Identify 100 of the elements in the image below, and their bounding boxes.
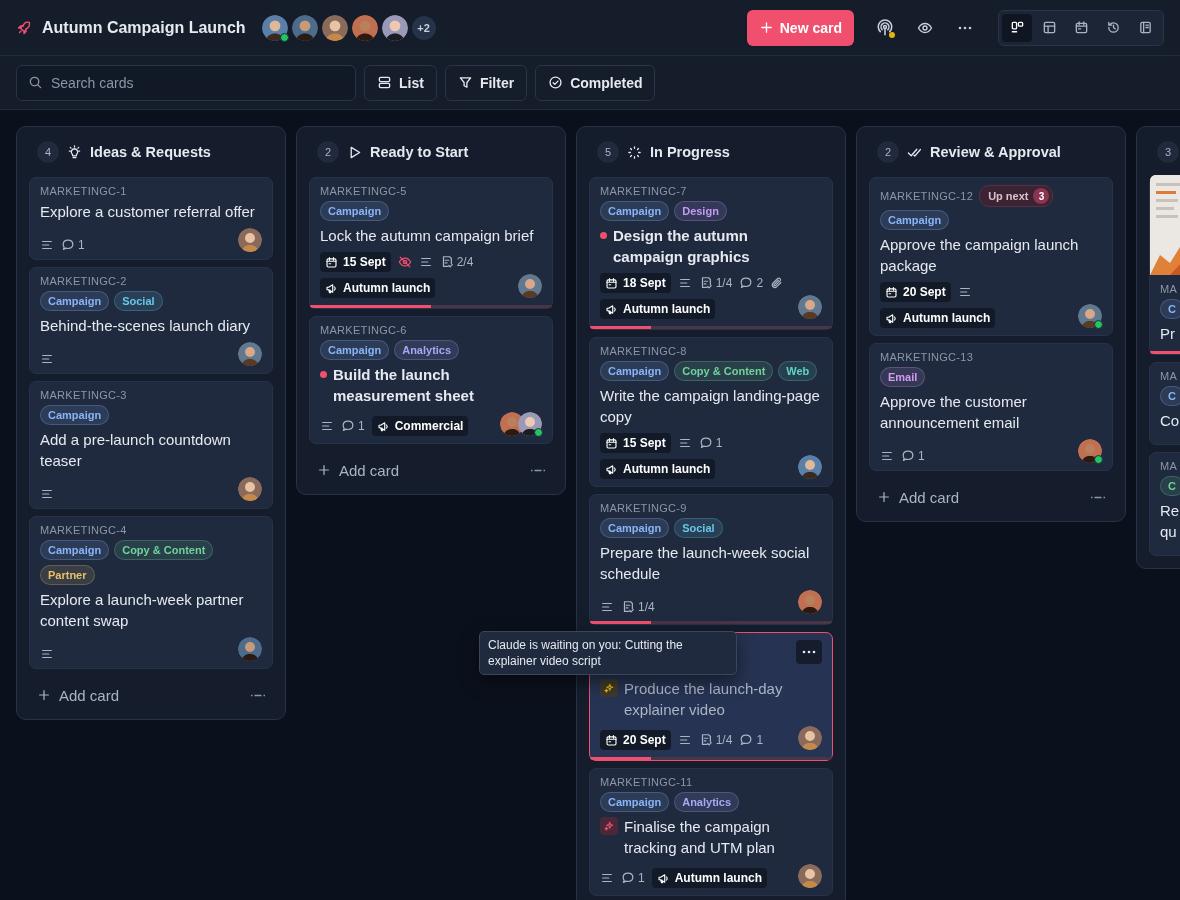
plus-icon: [877, 490, 891, 504]
card[interactable]: MA C Re qu: [1149, 452, 1180, 556]
card-id: MARKETINGC-12: [880, 189, 974, 203]
toolbar-button[interactable]: Filter: [444, 64, 528, 101]
tag: Social: [114, 291, 163, 311]
text-lines-icon: [677, 276, 692, 290]
column-title: Review & Approval: [930, 144, 1061, 160]
plus-icon: [317, 463, 331, 477]
tag: Web: [778, 361, 818, 381]
text-lines-icon: [957, 285, 972, 299]
tag: C: [1160, 476, 1180, 496]
card-id: MARKETINGC-1: [40, 185, 127, 198]
collapse-button[interactable]: [251, 693, 265, 697]
card[interactable]: MA C Pr: [1149, 177, 1180, 355]
column-title: Ideas & Requests: [90, 144, 211, 160]
add-card-button[interactable]: Add card: [37, 686, 120, 704]
card-id: MARKETINGC-5: [320, 185, 407, 198]
card-id: MARKETINGC-11: [600, 776, 693, 789]
column-title: In Progress: [650, 144, 730, 160]
checklist-count: 1/4: [715, 276, 733, 290]
filter-icon: [457, 75, 473, 90]
card[interactable]: MARKETINGC-6 Campaign Analytics Build the launch measurement sheet 1 Commercial: [309, 316, 553, 444]
tag: Social: [674, 518, 723, 538]
up-next-count: 3: [1033, 188, 1050, 204]
collapse-button[interactable]: [531, 468, 545, 472]
tag: C: [1160, 386, 1180, 406]
more-members-count[interactable]: +2: [411, 15, 436, 40]
broadcast-icon: [876, 18, 894, 37]
toolbar-button[interactable]: List: [364, 64, 437, 101]
card-title: Behind-the-scenes launch diary: [40, 316, 251, 336]
checklist-count: 2/4: [456, 255, 474, 269]
card-title: Re qu: [1160, 501, 1180, 542]
search-field[interactable]: Search cards: [16, 64, 356, 101]
comment-count: 1: [638, 871, 645, 885]
add-card-button[interactable]: Add card: [317, 461, 400, 479]
calendar-icon: [605, 276, 618, 290]
card-title: Add a pre-launch countdown teaser: [40, 430, 232, 471]
card[interactable]: MARKETINGC-3 Campaign Add a pre-launch countdown teaser: [29, 381, 273, 509]
text-lines-icon: [320, 419, 334, 433]
text-lines-icon: [677, 436, 692, 450]
tag: Analytics: [394, 340, 460, 360]
toolbar-button[interactable]: Completed: [535, 64, 656, 101]
card-id: MARKETINGC-4: [40, 524, 127, 537]
card[interactable]: MARKETINGC-11 Campaign Analytics Finalise the campaign tracking and UTM plan 1 Autumn launch: [589, 768, 833, 896]
comment-count: 1: [756, 733, 764, 747]
megaphone-icon: [325, 281, 338, 295]
eye-slash-icon: [397, 255, 412, 269]
card-id: MA: [1160, 283, 1178, 296]
card-title: Prepare the launch-week social schedule: [600, 543, 811, 584]
due-date: 20 Sept: [623, 733, 666, 747]
card[interactable]: MARKETINGC-12 Up next 3 Campaign Approve the campaign launch package 20 Sept Autumn launch: [869, 177, 1113, 336]
card[interactable]: MARKETINGC-4 Campaign Copy & Content Partner Explore a launch-week partner content swap: [29, 516, 273, 669]
check-circle-icon: [548, 75, 564, 90]
due-date: 20 Sept: [903, 285, 946, 299]
card-title: Design the autumn campaign graphics: [613, 226, 751, 267]
tag: Campaign: [40, 540, 110, 560]
card[interactable]: MA C Co: [1149, 362, 1180, 445]
calendar-icon: [885, 285, 898, 299]
dash-icon: [531, 468, 545, 472]
card[interactable]: MARKETINGC-1 Explore a customer referral offer 1: [29, 177, 273, 260]
card-title: Approve the customer announcement email: [880, 392, 1028, 433]
card[interactable]: MARKETINGC-7 Campaign Design Design the autumn campaign graphics 18 Sept 1/4 2 Autumn launch: [589, 177, 833, 330]
tag: C: [1160, 299, 1180, 319]
speech-bubble-icon: [739, 733, 754, 747]
megaphone-icon: [656, 871, 670, 885]
card[interactable]: MARKETINGC-9 Campaign Social Prepare the launch-week social schedule 1/4: [589, 494, 833, 625]
book-icon: [1137, 20, 1153, 35]
card-id: MARKETINGC-3: [40, 389, 127, 402]
card-id: MARKETINGC-9: [600, 502, 687, 515]
search-icon: [28, 74, 43, 90]
card-title: Build the launch measurement sheet: [333, 365, 475, 406]
card[interactable]: MARKETINGC-8 Campaign Copy & Content Web Write the campaign landing-page copy 15 Sept 1 Autumn launch: [589, 337, 833, 487]
milestone-label: Autumn launch: [343, 281, 431, 295]
card-count: 4: [37, 141, 59, 163]
comment-count: 1: [715, 436, 723, 450]
card-count: 3: [1157, 141, 1179, 163]
megaphone-icon: [605, 302, 618, 316]
view-tab[interactable]: [1002, 13, 1032, 42]
add-card-button[interactable]: Add card: [877, 488, 960, 506]
milestone-label: Autumn launch: [674, 871, 762, 885]
card-id: MARKETINGC-7: [600, 185, 687, 198]
plus-icon: [758, 20, 774, 35]
board-icon: [1009, 20, 1025, 35]
speech-bubble-icon: [621, 871, 635, 885]
text-lines-icon: [40, 647, 54, 661]
milestone-label: Autumn launch: [903, 311, 991, 325]
tag: Campaign: [600, 201, 670, 221]
speech-bubble-icon: [698, 436, 713, 450]
card[interactable]: MARKETINGC-13 Email Approve the customer announcement email 1: [869, 343, 1113, 471]
text-lines-icon: [600, 600, 614, 614]
megaphone-icon: [885, 311, 898, 325]
collapse-button[interactable]: [1091, 495, 1105, 499]
card-title: Co: [1160, 411, 1180, 431]
paperclip-icon: [770, 276, 785, 290]
tag: Campaign: [600, 361, 670, 381]
card[interactable]: MARKETINGC-2 Campaign Social Behind-the-scenes launch diary: [29, 267, 273, 374]
plus-icon: [37, 688, 51, 702]
tag: Campaign: [320, 201, 390, 221]
card-title: Write the campaign landing-page copy: [600, 386, 821, 427]
card[interactable]: MARKETINGC-5 Campaign Lock the autumn campaign brief 15 Sept 2/4 Autumn launch: [309, 177, 553, 309]
